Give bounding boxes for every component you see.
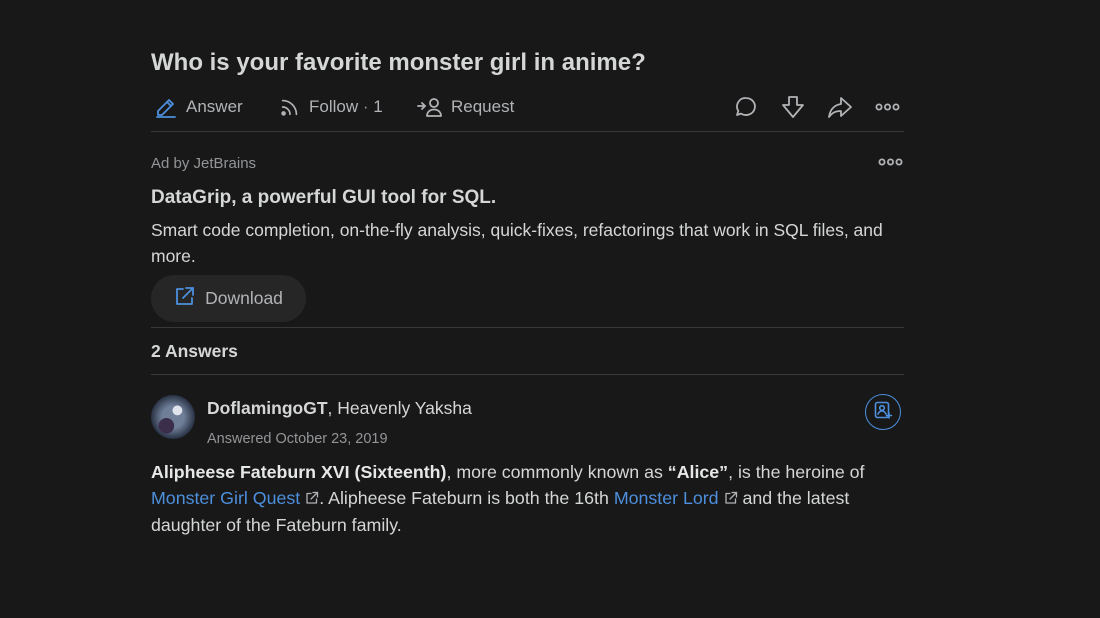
link-monster-lord[interactable]: Monster Lord	[614, 488, 738, 508]
author-separator: ,	[327, 398, 333, 418]
comment-bubble-icon	[733, 94, 759, 120]
author-name[interactable]: DoflamingoGT	[207, 398, 328, 418]
follow-separator: ·	[362, 97, 369, 116]
more-options-button[interactable]	[874, 94, 900, 120]
external-link-icon	[174, 285, 196, 312]
more-dots-icon	[874, 94, 900, 120]
author-credential: Heavenly Yaksha	[337, 398, 472, 418]
follow-user-icon	[873, 400, 893, 425]
divider	[151, 374, 904, 375]
request-label: Request	[451, 97, 515, 116]
ad-description: Smart code completion, on-the-fly analys…	[151, 220, 883, 266]
downvote-button[interactable]	[780, 94, 806, 120]
answer-date[interactable]: Answered October 23, 2019	[207, 431, 388, 447]
answer-text-segment: , more commonly known as	[446, 462, 668, 482]
share-button[interactable]	[827, 94, 853, 120]
share-arrow-icon	[827, 94, 853, 120]
follow-count: 1	[373, 97, 383, 116]
link-label: Monster Lord	[613, 488, 719, 508]
ad-sponsor-label[interactable]: Ad by JetBrains	[151, 155, 256, 172]
rss-feed-icon	[279, 96, 301, 118]
avatar[interactable]	[151, 395, 195, 439]
answers-count[interactable]: 2 Answers	[151, 341, 238, 362]
external-link-icon	[305, 486, 319, 512]
ad-download-label: Download	[205, 288, 283, 308]
divider	[151, 131, 904, 132]
link-label: Monster Girl Quest	[151, 488, 301, 508]
follow-label: Follow	[309, 97, 359, 116]
more-dots-icon	[877, 158, 905, 176]
follow-button[interactable]: Follow · 1	[279, 92, 383, 122]
answer-bold-alias: “Alice”	[667, 462, 729, 482]
answer-author: DoflamingoGT, Heavenly Yaksha	[207, 398, 472, 419]
downvote-arrow-icon	[780, 94, 806, 120]
answer-button[interactable]: Answer	[154, 92, 243, 122]
request-button[interactable]: Request	[417, 92, 514, 122]
ad-more-options-button[interactable]	[877, 152, 905, 172]
divider	[151, 327, 904, 328]
answer-bold-name: Alipheese Fateburn XVI (Sixteenth)	[151, 462, 447, 482]
answer-text-segment: . Alipheese Fateburn is both the 16th	[319, 488, 614, 508]
pencil-edit-icon	[154, 95, 178, 119]
question-title[interactable]: Who is your favorite monster girl in ani…	[151, 49, 646, 77]
question-action-bar: Answer Follow · 1 Request	[151, 92, 904, 122]
link-monster-girl-quest[interactable]: Monster Girl Quest	[151, 488, 319, 508]
comment-button[interactable]	[733, 94, 759, 120]
answer-body: Alipheese Fateburn XVI (Sixteenth), more…	[151, 459, 904, 538]
answer-label: Answer	[186, 97, 243, 116]
follow-user-button[interactable]	[865, 394, 901, 430]
ad-download-button[interactable]: Download	[151, 275, 306, 322]
ad-title[interactable]: DataGrip, a powerful GUI tool for SQL.	[151, 187, 496, 209]
person-add-arrow-icon	[417, 95, 443, 119]
answer-text-segment: , is the heroine of	[728, 462, 865, 482]
external-link-icon	[724, 486, 738, 512]
